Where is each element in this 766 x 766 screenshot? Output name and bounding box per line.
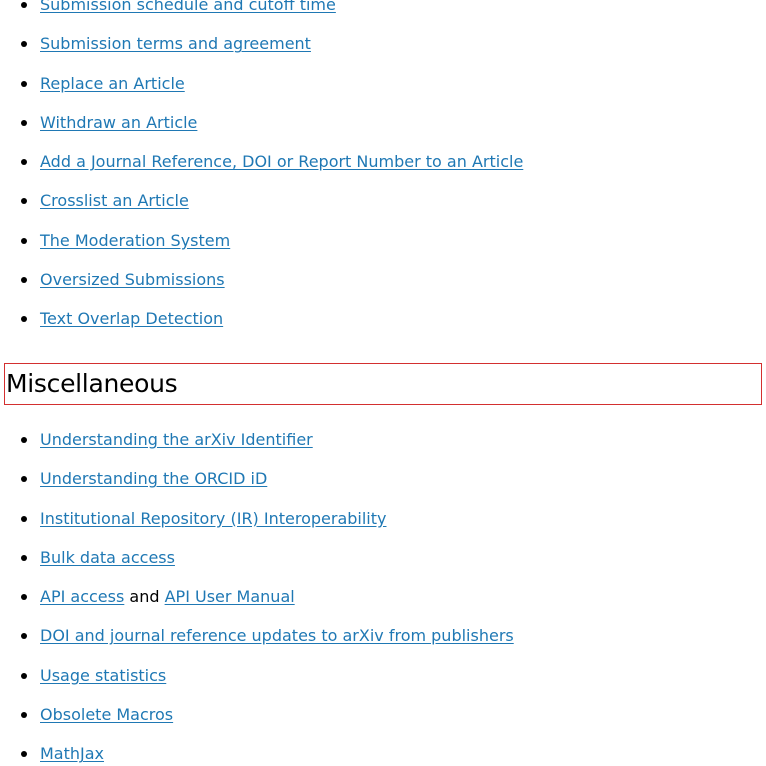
list-item: MathJax [0, 744, 766, 766]
list-item: Submission terms and agreement [0, 34, 766, 73]
link-submission-terms[interactable]: Submission terms and agreement [40, 34, 311, 53]
section-heading-miscellaneous: Miscellaneous [6, 369, 178, 398]
submission-links-list: Submission schedule and cutoff time Subm… [0, 0, 766, 349]
link-api-user-manual[interactable]: API User Manual [165, 587, 295, 606]
bullet-icon [21, 672, 27, 679]
bullet-icon [21, 80, 27, 87]
list-item: The Moderation System [0, 231, 766, 270]
list-item: Text Overlap Detection [0, 309, 766, 348]
list-item: DOI and journal reference updates to arX… [0, 626, 766, 665]
link-api-access[interactable]: API access [40, 587, 124, 606]
link-crosslist-article[interactable]: Crosslist an Article [40, 191, 189, 210]
bullet-icon [21, 277, 27, 284]
bullet-icon [21, 159, 27, 166]
list-item: Submission schedule and cutoff time [0, 0, 766, 34]
link-add-journal-reference[interactable]: Add a Journal Reference, DOI or Report N… [40, 152, 523, 171]
bullet-icon [21, 316, 27, 323]
link-bulk-data-access[interactable]: Bulk data access [40, 548, 175, 567]
link-text-overlap-detection[interactable]: Text Overlap Detection [40, 309, 223, 328]
bullet-icon [21, 41, 27, 48]
list-item: Bulk data access [0, 548, 766, 587]
bullet-icon [21, 712, 27, 719]
link-oversized-submissions[interactable]: Oversized Submissions [40, 270, 225, 289]
bullet-icon [21, 237, 27, 244]
list-item: Understanding the ORCID iD [0, 469, 766, 508]
miscellaneous-heading-box: Miscellaneous [4, 363, 762, 405]
link-institutional-repository[interactable]: Institutional Repository (IR) Interopera… [40, 509, 387, 528]
list-item: Usage statistics [0, 666, 766, 705]
bullet-icon [21, 554, 27, 561]
bullet-icon [21, 198, 27, 205]
link-replace-article[interactable]: Replace an Article [40, 74, 185, 93]
bullet-icon [21, 751, 27, 758]
help-page: Submission schedule and cutoff time Subm… [0, 0, 766, 766]
bullet-icon [21, 594, 27, 601]
link-arxiv-identifier[interactable]: Understanding the arXiv Identifier [40, 430, 313, 449]
link-mathjax[interactable]: MathJax [40, 744, 104, 763]
list-item: Replace an Article [0, 74, 766, 113]
link-orcid-id[interactable]: Understanding the ORCID iD [40, 469, 267, 488]
bullet-icon [21, 437, 27, 443]
link-obsolete-macros[interactable]: Obsolete Macros [40, 705, 173, 724]
bullet-icon [21, 2, 27, 8]
list-item: Understanding the arXiv Identifier [0, 430, 766, 469]
miscellaneous-links-list: Understanding the arXiv Identifier Under… [0, 430, 766, 766]
joiner-text: and [124, 587, 165, 607]
link-doi-journal-updates[interactable]: DOI and journal reference updates to arX… [40, 626, 514, 645]
list-item: Crosslist an Article [0, 191, 766, 230]
link-withdraw-article[interactable]: Withdraw an Article [40, 113, 197, 132]
bullet-icon [21, 633, 27, 640]
list-item: Add a Journal Reference, DOI or Report N… [0, 152, 766, 191]
bullet-icon [21, 476, 27, 483]
list-item: Withdraw an Article [0, 113, 766, 152]
bullet-icon [21, 119, 27, 126]
link-moderation-system[interactable]: The Moderation System [40, 231, 230, 250]
link-usage-statistics[interactable]: Usage statistics [40, 666, 166, 685]
link-submission-schedule[interactable]: Submission schedule and cutoff time [40, 0, 336, 14]
bullet-icon [21, 515, 27, 522]
list-item: Oversized Submissions [0, 270, 766, 309]
list-item: Institutional Repository (IR) Interopera… [0, 509, 766, 548]
list-item: Obsolete Macros [0, 705, 766, 744]
list-item: API access and API User Manual [0, 587, 766, 626]
